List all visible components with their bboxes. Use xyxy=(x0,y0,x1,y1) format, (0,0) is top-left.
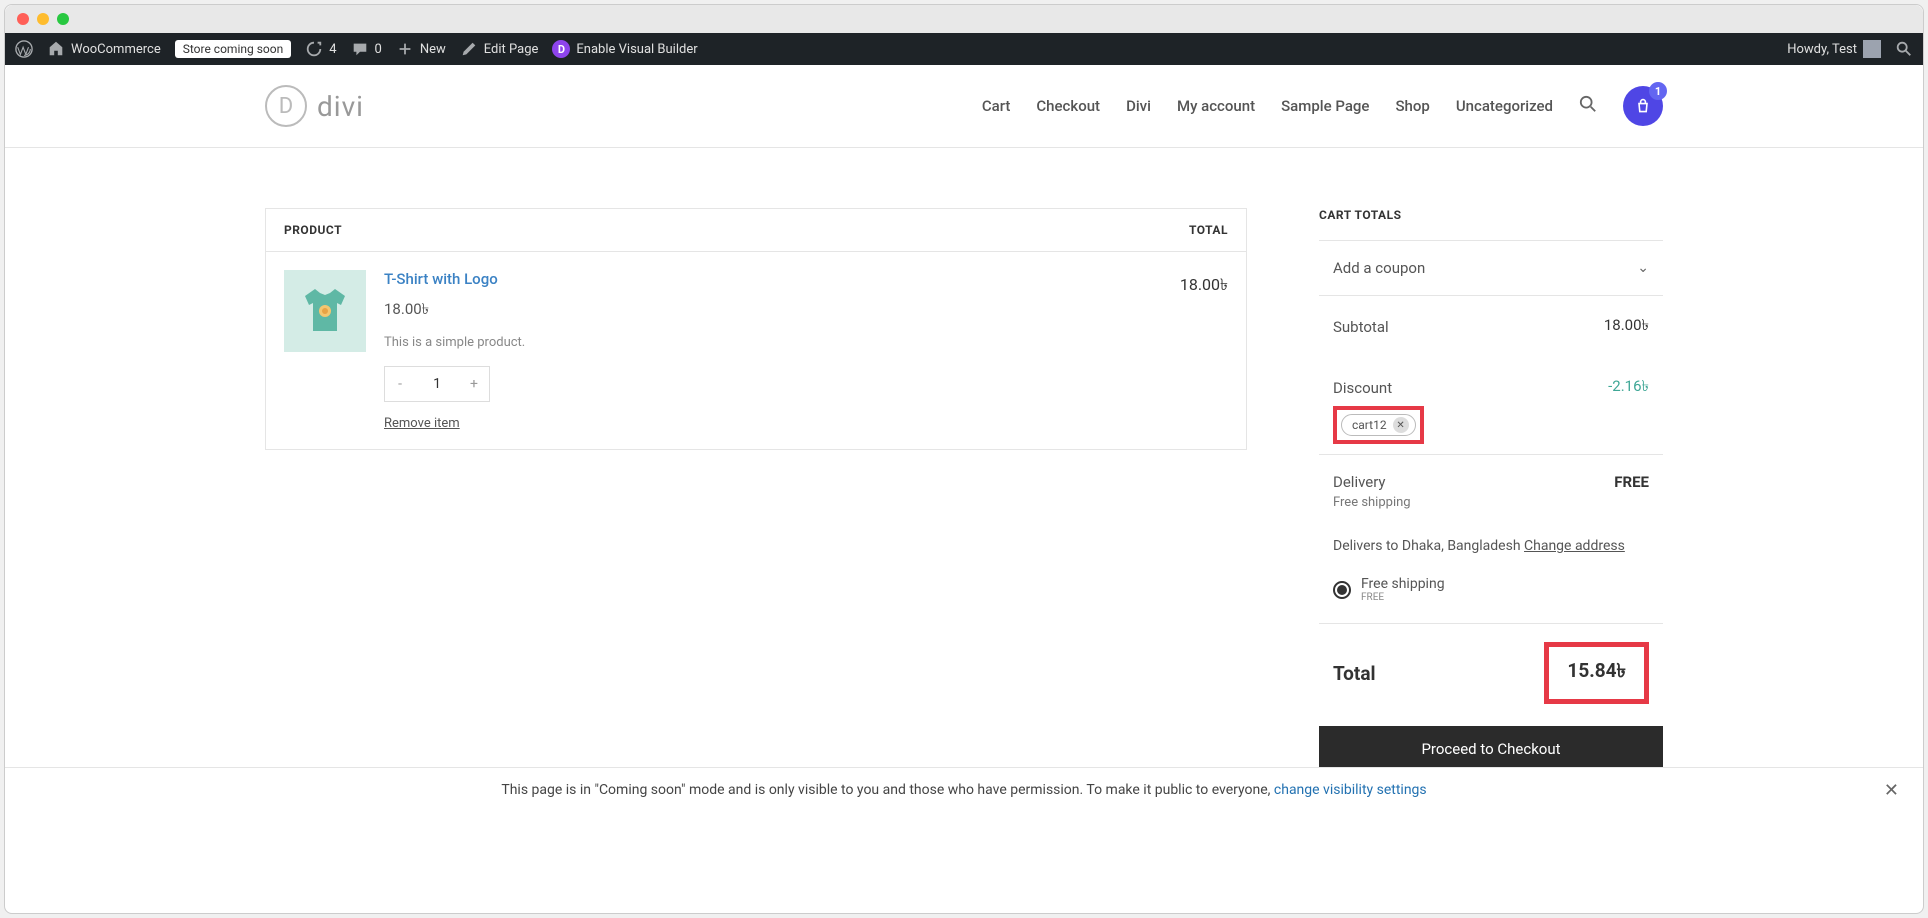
shipping-option-sub: FREE xyxy=(1361,592,1445,603)
nav-my-account[interactable]: My account xyxy=(1177,97,1255,115)
discount-label: Discount xyxy=(1333,379,1392,397)
qty-value[interactable]: 1 xyxy=(415,376,459,392)
col-total-header: TOTAL xyxy=(1189,223,1228,237)
nav-shop[interactable]: Shop xyxy=(1395,97,1429,115)
delivery-label: Delivery xyxy=(1333,473,1386,491)
shipping-option-label: Free shipping xyxy=(1361,576,1445,592)
user-menu-link[interactable]: Howdy, Test xyxy=(1787,40,1881,58)
cart-table: PRODUCT TOTAL T-Shirt with Logo 18.00৳ xyxy=(265,208,1247,450)
product-thumbnail[interactable] xyxy=(284,270,366,352)
wp-admin-bar: WooCommerce Store coming soon 4 0 New Ed… xyxy=(5,33,1923,65)
nav-sample-page[interactable]: Sample Page xyxy=(1281,97,1369,115)
add-coupon-toggle[interactable]: Add a coupon ⌄ xyxy=(1319,241,1663,295)
site-name-text: WooCommerce xyxy=(71,42,161,57)
cart-row: T-Shirt with Logo 18.00৳ This is a simpl… xyxy=(266,252,1246,449)
close-window-button[interactable] xyxy=(17,13,29,25)
maximize-window-button[interactable] xyxy=(57,13,69,25)
coupon-code-text: cart12 xyxy=(1352,418,1387,432)
window-titlebar xyxy=(5,5,1923,33)
chevron-down-icon: ⌄ xyxy=(1637,260,1649,276)
subtotal-label: Subtotal xyxy=(1333,318,1389,336)
comments-count: 0 xyxy=(375,42,382,57)
logo-text: divi xyxy=(317,90,364,123)
total-label: Total xyxy=(1333,662,1376,685)
visual-builder-link[interactable]: D Enable Visual Builder xyxy=(552,40,697,58)
add-coupon-label: Add a coupon xyxy=(1333,259,1425,277)
product-title-link[interactable]: T-Shirt with Logo xyxy=(384,270,1162,288)
new-content-link[interactable]: New xyxy=(396,40,446,58)
coupon-highlight: cart12 ✕ xyxy=(1333,406,1424,444)
shipping-option-radio[interactable]: Free shipping FREE xyxy=(1319,568,1663,623)
notice-text: This page is in "Coming soon" mode and i… xyxy=(501,782,1274,798)
col-product-header: PRODUCT xyxy=(284,223,342,237)
total-value: 15.84৳ xyxy=(1567,659,1626,682)
store-status-badge[interactable]: Store coming soon xyxy=(175,40,292,58)
comments-link[interactable]: 0 xyxy=(351,40,382,58)
nav-uncategorized[interactable]: Uncategorized xyxy=(1456,97,1553,115)
remove-item-link[interactable]: Remove item xyxy=(384,416,1162,431)
avatar xyxy=(1863,40,1881,58)
line-total: 18.00৳ xyxy=(1180,272,1228,299)
main-nav: Cart Checkout Divi My account Sample Pag… xyxy=(982,86,1663,126)
applied-coupon-chip: cart12 ✕ xyxy=(1341,414,1416,436)
dismiss-notice-button[interactable]: ✕ xyxy=(1884,780,1899,801)
coming-soon-notice: This page is in "Coming soon" mode and i… xyxy=(5,767,1923,812)
visual-builder-label: Enable Visual Builder xyxy=(576,42,697,57)
site-header: D divi Cart Checkout Divi My account Sam… xyxy=(5,65,1923,148)
qty-decrease-button[interactable]: - xyxy=(385,367,415,401)
mini-cart-button[interactable]: 1 xyxy=(1623,86,1663,126)
change-address-link[interactable]: Change address xyxy=(1524,538,1625,554)
divi-icon: D xyxy=(552,40,570,58)
subtotal-value: 18.00৳ xyxy=(1604,314,1649,339)
updates-count: 4 xyxy=(329,42,336,57)
nav-cart[interactable]: Cart xyxy=(982,97,1011,115)
cart-totals-title: CART TOTALS xyxy=(1319,208,1663,222)
minimize-window-button[interactable] xyxy=(37,13,49,25)
admin-search-icon[interactable] xyxy=(1895,40,1913,58)
site-logo[interactable]: D divi xyxy=(265,85,364,127)
howdy-text: Howdy, Test xyxy=(1787,42,1857,57)
edit-page-link[interactable]: Edit Page xyxy=(460,40,539,58)
discount-value: -2.16৳ xyxy=(1608,375,1649,400)
cart-count-badge: 1 xyxy=(1649,82,1667,100)
qty-increase-button[interactable]: + xyxy=(459,367,489,401)
proceed-to-checkout-button[interactable]: Proceed to Checkout xyxy=(1319,726,1663,772)
total-highlight: 15.84৳ xyxy=(1544,642,1649,704)
delivers-to-text: Delivers to Dhaka, Bangladesh xyxy=(1333,538,1524,554)
updates-link[interactable]: 4 xyxy=(305,40,336,58)
search-icon[interactable] xyxy=(1579,95,1597,117)
change-visibility-link[interactable]: change visibility settings xyxy=(1274,782,1427,798)
product-unit-price: 18.00৳ xyxy=(384,298,1162,323)
delivery-value: FREE xyxy=(1614,473,1649,491)
radio-icon xyxy=(1333,581,1351,599)
delivery-method-text: Free shipping xyxy=(1319,495,1663,524)
logo-icon: D xyxy=(265,85,307,127)
nav-checkout[interactable]: Checkout xyxy=(1036,97,1100,115)
edit-page-label: Edit Page xyxy=(484,42,539,57)
quantity-stepper: - 1 + xyxy=(384,366,490,402)
nav-divi[interactable]: Divi xyxy=(1126,97,1151,115)
wp-logo-icon[interactable] xyxy=(15,40,33,58)
site-name-link[interactable]: WooCommerce xyxy=(47,40,161,58)
cart-totals-panel: CART TOTALS Add a coupon ⌄ Subtotal 18.0… xyxy=(1319,208,1663,772)
new-label: New xyxy=(420,42,446,57)
product-description: This is a simple product. xyxy=(384,335,1162,350)
remove-coupon-button[interactable]: ✕ xyxy=(1393,417,1409,433)
